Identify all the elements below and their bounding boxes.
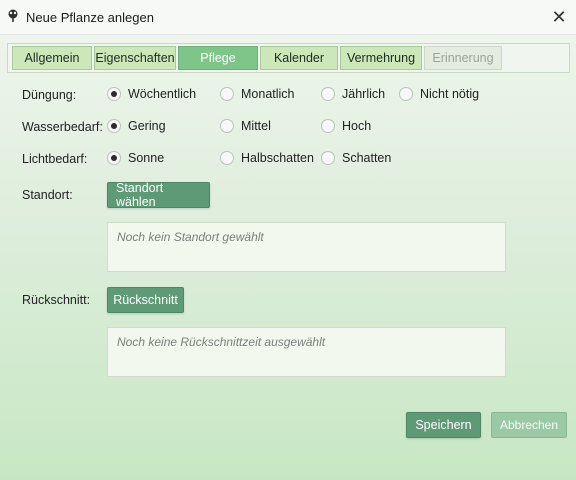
rueckschnitt-display: Noch keine Rückschnittzeit ausgewählt	[107, 327, 506, 377]
option-label: Jährlich	[342, 87, 386, 101]
option-label: Halbschatten	[241, 151, 314, 165]
duengung-option-nicht-noetig[interactable]: Nicht nötig	[399, 87, 479, 101]
option-label: Sonne	[128, 151, 165, 165]
radio-icon	[220, 151, 234, 165]
tab-vermehrung[interactable]: Vermehrung	[340, 46, 422, 70]
close-button[interactable]: ✕	[542, 0, 576, 34]
duengung-option-woechentlich[interactable]: Wöchentlich	[107, 87, 196, 101]
option-label: Schatten	[342, 151, 392, 165]
tab-bar: Allgemein Eigenschaften Pflege Kalender …	[7, 43, 570, 73]
option-label: Gering	[128, 119, 166, 133]
duengung-label: Düngung:	[22, 88, 77, 102]
dialog-content: Allgemein Eigenschaften Pflege Kalender …	[0, 35, 576, 480]
rueckschnitt-button[interactable]: Rückschnitt	[107, 287, 184, 313]
option-label: Hoch	[342, 119, 372, 133]
wasserbedarf-option-gering[interactable]: Gering	[107, 119, 166, 133]
radio-selected-icon	[107, 119, 121, 133]
radio-icon	[220, 87, 234, 101]
duengung-option-jaehrlich[interactable]: Jährlich	[321, 87, 385, 101]
option-label: Mittel	[241, 119, 271, 133]
radio-selected-icon	[107, 87, 121, 101]
duengung-option-monatlich[interactable]: Monatlich	[220, 87, 295, 101]
standort-waehlen-button[interactable]: Standort wählen	[107, 181, 210, 209]
tab-erinnerung: Erinnerung	[424, 46, 502, 70]
wasserbedarf-label: Wasserbedarf:	[22, 120, 103, 134]
lichtbedarf-label: Lichtbedarf:	[22, 152, 88, 166]
lichtbedarf-option-schatten[interactable]: Schatten	[321, 151, 391, 165]
plant-icon	[8, 9, 18, 22]
wasserbedarf-option-mittel[interactable]: Mittel	[220, 119, 271, 133]
title-bar: Neue Pflanze anlegen ✕	[0, 0, 576, 35]
cancel-button[interactable]: Abbrechen	[491, 412, 567, 438]
rueckschnitt-label: Rückschnitt:	[22, 293, 91, 307]
radio-icon	[321, 87, 335, 101]
radio-icon	[399, 87, 413, 101]
tab-pflege[interactable]: Pflege	[178, 46, 258, 70]
radio-icon	[220, 119, 234, 133]
option-label: Wöchentlich	[128, 87, 197, 101]
lichtbedarf-option-halbschatten[interactable]: Halbschatten	[220, 151, 314, 165]
wasserbedarf-option-hoch[interactable]: Hoch	[321, 119, 371, 133]
tab-allgemein[interactable]: Allgemein	[12, 46, 92, 70]
standort-label: Standort:	[22, 188, 73, 202]
save-button[interactable]: Speichern	[406, 412, 481, 438]
radio-icon	[321, 151, 335, 165]
option-label: Monatlich	[241, 87, 295, 101]
option-label: Nicht nötig	[420, 87, 480, 101]
radio-selected-icon	[107, 151, 121, 165]
window-title: Neue Pflanze anlegen	[26, 10, 154, 25]
standort-display: Noch kein Standort gewählt	[107, 222, 506, 272]
tab-kalender[interactable]: Kalender	[260, 46, 338, 70]
lichtbedarf-option-sonne[interactable]: Sonne	[107, 151, 164, 165]
tab-eigenschaften[interactable]: Eigenschaften	[94, 46, 176, 70]
radio-icon	[321, 119, 335, 133]
